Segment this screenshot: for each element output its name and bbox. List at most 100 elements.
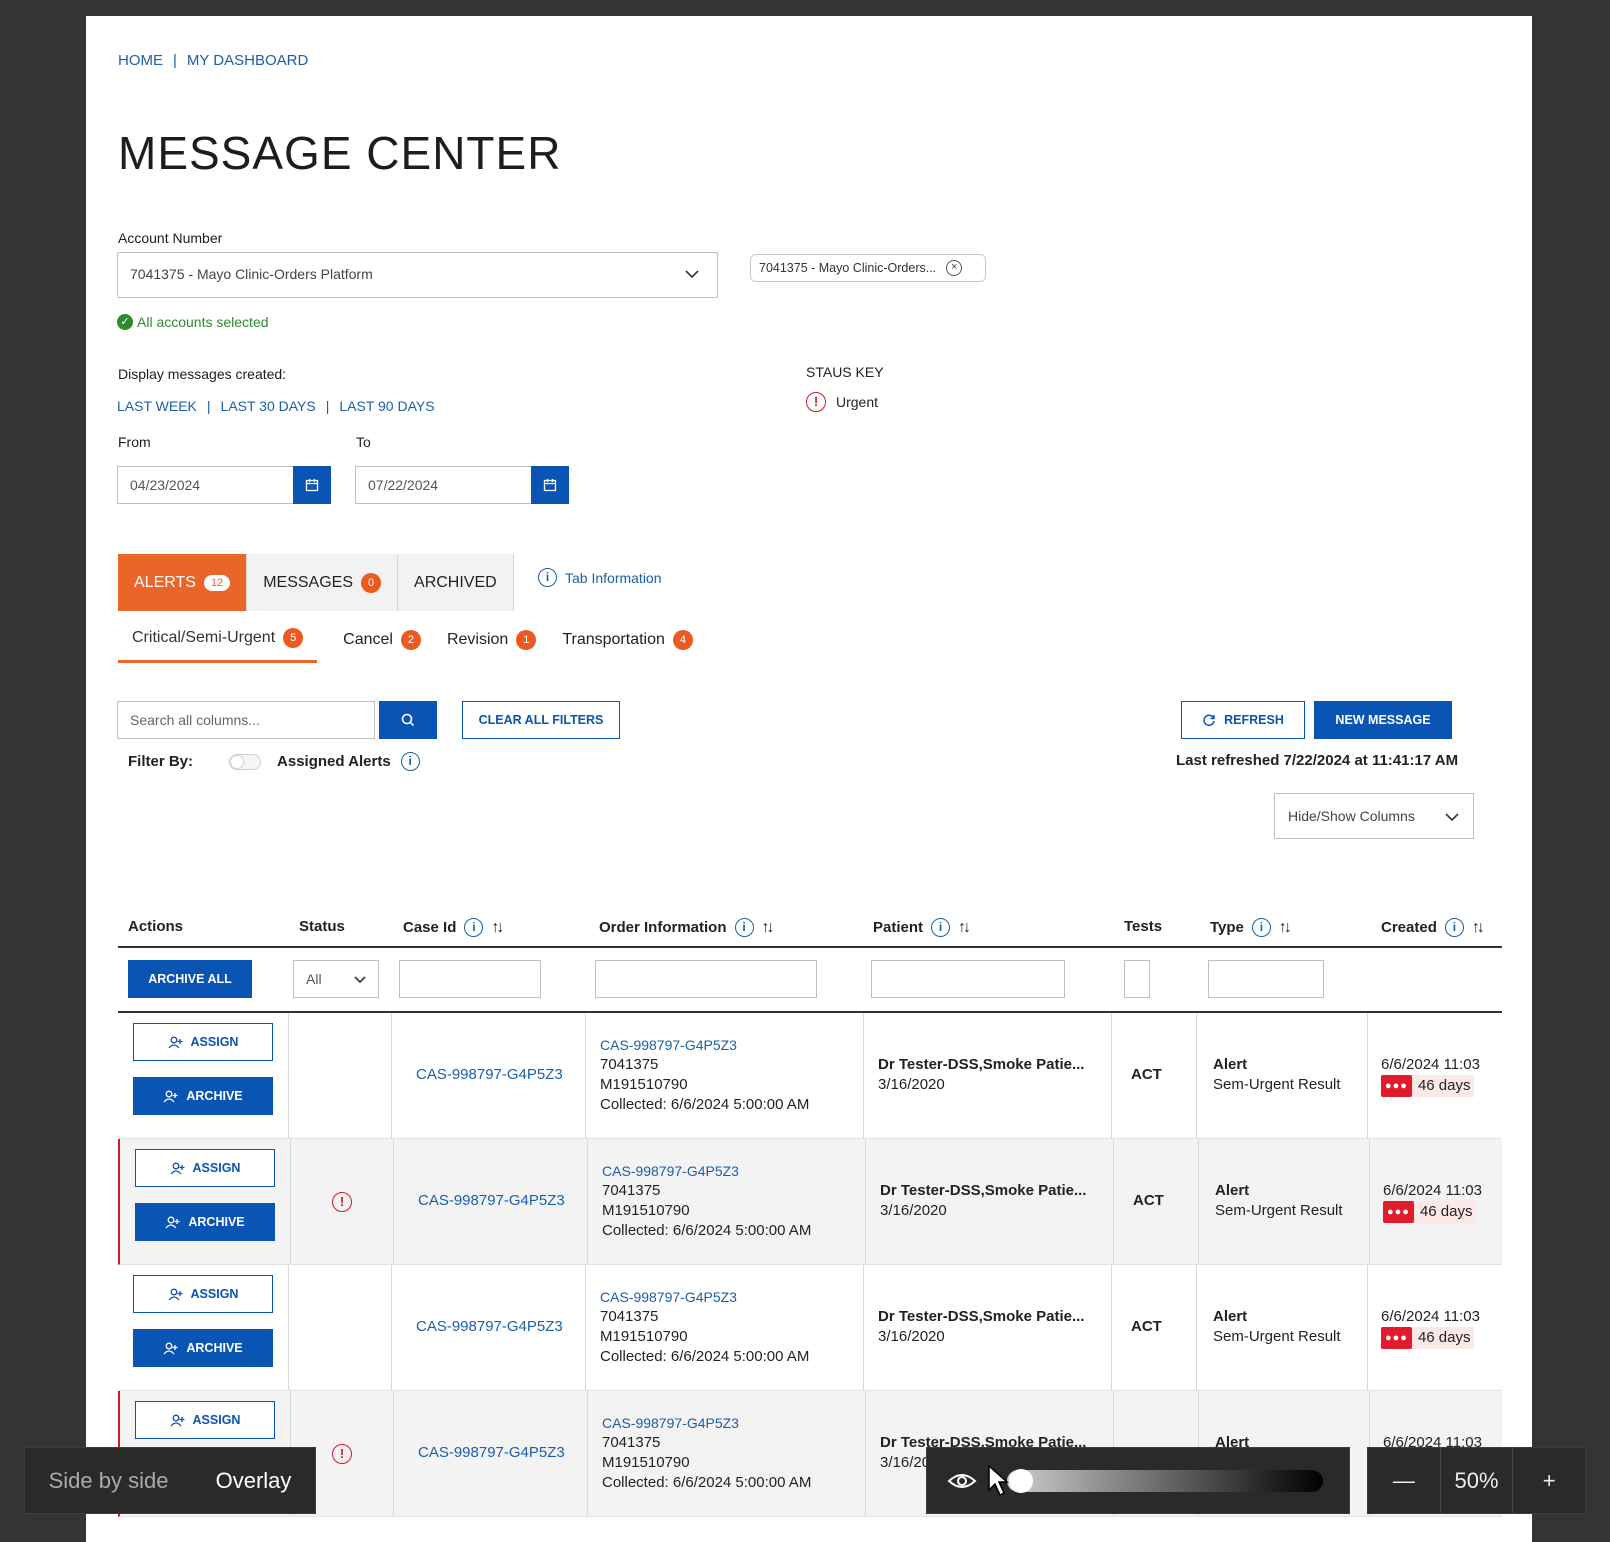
status-filter-select[interactable]: All	[293, 960, 379, 998]
tab-messages[interactable]: MESSAGES 0	[247, 554, 399, 611]
subtab-revision[interactable]: Revision 1	[447, 628, 537, 663]
column-separator	[585, 1265, 586, 1390]
created-date: 6/6/2024 11:03	[1383, 1182, 1482, 1199]
type-cell: Alert Sem-Urgent Result	[1215, 1181, 1343, 1221]
header-type[interactable]: Type i ↑↓	[1210, 918, 1292, 937]
archive-button[interactable]: ARCHIVE	[133, 1329, 273, 1367]
tab-archived[interactable]: ARCHIVED	[398, 554, 514, 611]
search-input[interactable]: Search all columns...	[117, 701, 375, 739]
order-filter-input[interactable]	[595, 960, 817, 998]
order-case-link[interactable]: CAS-998797-G4P5Z3	[600, 1035, 809, 1055]
column-separator	[1111, 1013, 1112, 1138]
header-case-id[interactable]: Case Id i ↑↓	[403, 918, 504, 937]
new-message-label: NEW MESSAGE	[1335, 713, 1431, 727]
from-calendar-button[interactable]	[293, 466, 331, 504]
info-icon[interactable]: i	[1251, 918, 1271, 937]
info-icon[interactable]: i	[464, 918, 484, 937]
archive-all-button[interactable]: ARCHIVE ALL	[128, 960, 252, 998]
sort-icon[interactable]: ↑↓	[762, 919, 775, 937]
breadcrumb-dashboard-link[interactable]: MY DASHBOARD	[187, 52, 308, 69]
calendar-icon	[543, 479, 557, 492]
order-case-link[interactable]: CAS-998797-G4P5Z3	[602, 1161, 811, 1181]
type-filter-input[interactable]	[1208, 960, 1324, 998]
order-case-link[interactable]: CAS-998797-G4P5Z3	[600, 1287, 809, 1307]
column-separator	[1369, 1139, 1370, 1264]
subtab-transportation[interactable]: Transportation 4	[562, 628, 693, 663]
sort-icon[interactable]: ↑↓	[1279, 919, 1292, 937]
case-id-link[interactable]: CAS-998797-G4P5Z3	[416, 1317, 563, 1337]
assigned-alerts-toggle[interactable]	[229, 753, 262, 770]
order-information: CAS-998797-G4P5Z3 7041375 M191510790 Col…	[600, 1287, 809, 1367]
info-icon[interactable]: i	[734, 918, 754, 937]
side-by-side-button[interactable]: Side by side	[49, 1468, 169, 1494]
info-icon: i	[538, 568, 557, 587]
new-message-button[interactable]: NEW MESSAGE	[1314, 701, 1452, 739]
order-account: 7041375	[600, 1056, 659, 1073]
eye-icon[interactable]	[947, 1470, 977, 1492]
header-order-information[interactable]: Order Information i ↑↓	[599, 918, 775, 937]
type-subtype: Sem-Urgent Result	[1213, 1076, 1341, 1093]
search-button[interactable]	[379, 701, 437, 739]
from-date-field[interactable]: 04/23/2024	[117, 466, 331, 504]
sort-icon[interactable]: ↑↓	[491, 919, 504, 937]
opacity-slider-handle[interactable]	[1009, 1469, 1033, 1493]
table-row: ASSIGN ARCHIVE CAS-998797-G4P5Z3 CAS-998…	[118, 1013, 1502, 1139]
last-90-days-link[interactable]: LAST 90 DAYS	[339, 398, 434, 414]
header-patient[interactable]: Patient i ↑↓	[873, 918, 971, 937]
sort-icon[interactable]: ↑↓	[1472, 919, 1485, 937]
refresh-label: REFRESH	[1224, 713, 1284, 727]
tests-cell: ACT	[1131, 1318, 1162, 1335]
account-select[interactable]: 7041375 - Mayo Clinic-Orders Platform	[117, 252, 718, 298]
clear-all-filters-button[interactable]: CLEAR ALL FILTERS	[462, 701, 620, 739]
assign-button[interactable]: ASSIGN	[133, 1275, 273, 1313]
tab-alerts[interactable]: ALERTS 12	[118, 554, 248, 611]
status-key: STAUS KEY ! Urgent	[806, 364, 884, 412]
close-icon[interactable]: ×	[946, 260, 963, 276]
case-id-link[interactable]: CAS-998797-G4P5Z3	[418, 1443, 565, 1463]
info-icon[interactable]: i	[1444, 918, 1464, 937]
last-week-link[interactable]: LAST WEEK	[117, 398, 197, 414]
header-status-label: Status	[299, 918, 345, 935]
column-separator	[393, 1391, 394, 1516]
info-icon[interactable]: i	[931, 918, 951, 937]
patient-filter-input[interactable]	[871, 960, 1065, 998]
archive-button[interactable]: ARCHIVE	[133, 1077, 273, 1115]
info-icon[interactable]: i	[400, 752, 420, 771]
subtab-bar: Critical/Semi-Urgent 5 Cancel 2 Revision…	[118, 628, 693, 663]
case-id-link[interactable]: CAS-998797-G4P5Z3	[416, 1065, 563, 1085]
case-id-link[interactable]: CAS-998797-G4P5Z3	[418, 1191, 565, 1211]
column-separator	[1196, 1265, 1197, 1390]
warning-icon: !	[332, 1444, 352, 1464]
refresh-button[interactable]: REFRESH	[1181, 701, 1305, 739]
age-text: 46 days	[1419, 1203, 1473, 1220]
created-date: 6/6/2024 11:03	[1381, 1056, 1480, 1073]
add-user-icon	[168, 1036, 183, 1048]
hide-show-columns-select[interactable]: Hide/Show Columns	[1274, 793, 1474, 839]
tests-filter-input[interactable]	[1124, 960, 1150, 998]
opacity-slider-track[interactable]	[1007, 1470, 1323, 1492]
assign-button[interactable]: ASSIGN	[135, 1149, 275, 1187]
breadcrumb-home-link[interactable]: HOME	[118, 52, 163, 69]
column-separator	[290, 1139, 291, 1264]
to-date-field[interactable]: 07/22/2024	[355, 466, 569, 504]
case-id-filter-input[interactable]	[399, 960, 541, 998]
subtab-critical[interactable]: Critical/Semi-Urgent 5	[118, 628, 318, 663]
subtab-cancel[interactable]: Cancel 2	[343, 628, 421, 663]
assign-button[interactable]: ASSIGN	[135, 1401, 275, 1439]
patient-cell: Dr Tester-DSS,Smoke Patie... 3/16/2020	[878, 1307, 1084, 1347]
sort-icon[interactable]: ↑↓	[958, 919, 971, 937]
assign-button[interactable]: ASSIGN	[133, 1023, 273, 1061]
zoom-out-button[interactable]: —	[1368, 1447, 1440, 1514]
age-text: 46 days	[1417, 1077, 1471, 1094]
warning-icon: !	[806, 392, 826, 412]
to-calendar-button[interactable]	[531, 466, 569, 504]
overlay-button[interactable]: Overlay	[216, 1468, 292, 1494]
last-30-days-link[interactable]: LAST 30 DAYS	[221, 398, 316, 414]
overdue-icon: ●●●	[1381, 1075, 1412, 1097]
archive-button[interactable]: ARCHIVE	[135, 1203, 275, 1241]
order-case-link[interactable]: CAS-998797-G4P5Z3	[602, 1413, 811, 1433]
account-chip-label: 7041375 - Mayo Clinic-Orders...	[759, 261, 937, 275]
tab-information-link[interactable]: i Tab Information	[538, 568, 662, 587]
zoom-in-button[interactable]: +	[1512, 1447, 1585, 1514]
header-created[interactable]: Created i ↑↓	[1381, 918, 1485, 937]
